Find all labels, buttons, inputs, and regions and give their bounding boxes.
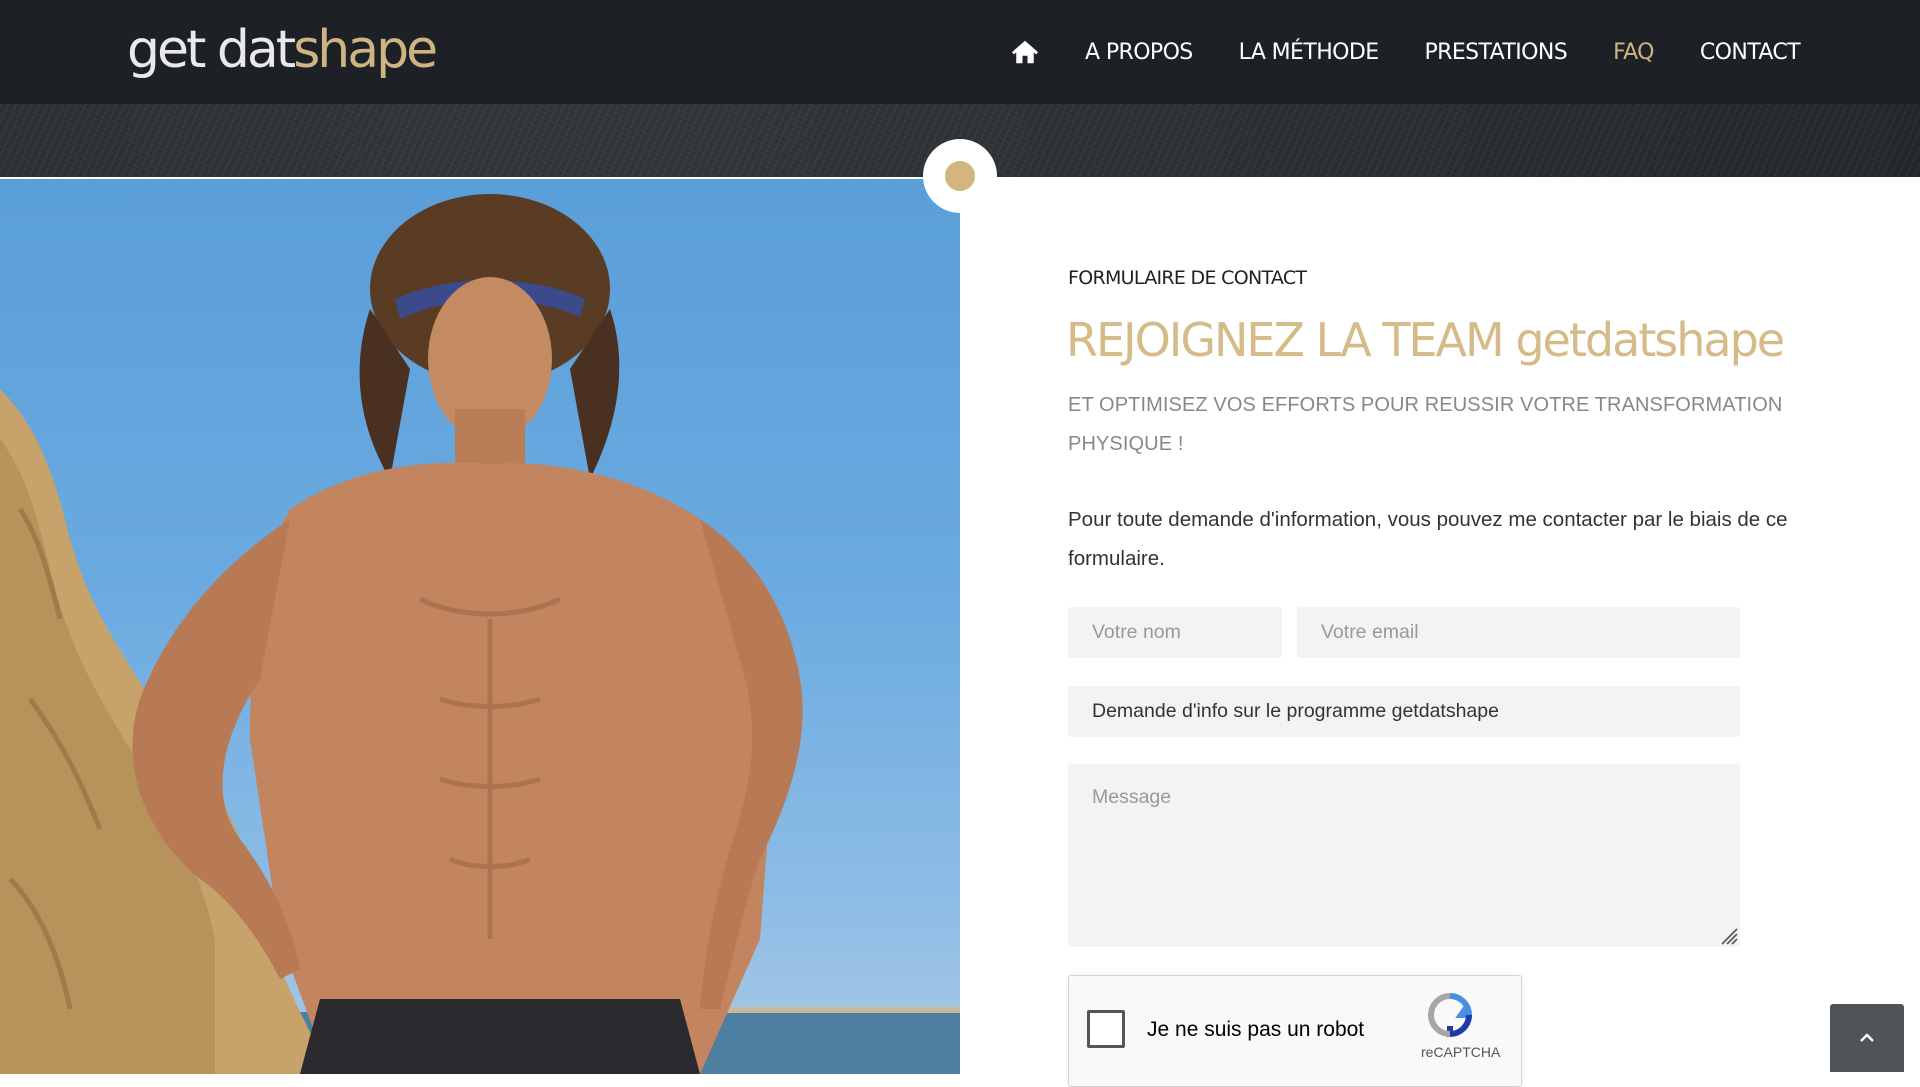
- nav-item-prestations[interactable]: PRESTATIONS: [1425, 40, 1568, 65]
- recaptcha-logo-icon: [1427, 993, 1473, 1038]
- nav-item-faq[interactable]: FAQ: [1613, 40, 1654, 65]
- recaptcha-widget: Je ne suis pas un robot reCAPTCHA: [1068, 975, 1522, 1087]
- recaptcha-brand: reCAPTCHA: [1421, 1044, 1501, 1060]
- page-heading: REJOIGNEZ LA TEAM getdatshape: [1066, 313, 1785, 367]
- hero-photo: [0, 177, 960, 1074]
- nav-item-contact[interactable]: CONTACT: [1700, 40, 1801, 65]
- message-field[interactable]: Message: [1068, 764, 1740, 947]
- site-logo[interactable]: get datshape: [127, 20, 438, 80]
- logo-text-primary: get dat: [127, 20, 296, 80]
- chevron-up-icon: [1860, 1033, 1874, 1042]
- message-placeholder: Message: [1092, 786, 1172, 808]
- logo-text-accent: shape: [293, 20, 438, 80]
- home-icon: [1011, 40, 1039, 64]
- resize-grip-icon[interactable]: [1718, 925, 1738, 945]
- section-divider-dot: [945, 161, 975, 191]
- site-header: get datshape A PROPOS LA MÉTHODE PRESTAT…: [0, 0, 1920, 104]
- beach-illustration: [0, 194, 960, 1074]
- name-field[interactable]: Votre nom: [1068, 607, 1282, 658]
- nav-item-la-methode[interactable]: LA MÉTHODE: [1239, 40, 1379, 65]
- recaptcha-checkbox[interactable]: [1087, 1010, 1125, 1048]
- intro-paragraph: Pour toute demande d'information, vous p…: [1068, 508, 1788, 570]
- main-nav: A PROPOS LA MÉTHODE PRESTATIONS FAQ CONT…: [1010, 0, 1810, 104]
- recaptcha-label: Je ne suis pas un robot: [1147, 1018, 1365, 1041]
- email-field[interactable]: Votre email: [1297, 607, 1740, 658]
- nav-item-a-propos[interactable]: A PROPOS: [1085, 40, 1193, 65]
- section-label: FORMULAIRE DE CONTACT: [1068, 267, 1307, 289]
- nav-home[interactable]: [1010, 37, 1040, 67]
- page-subheading: ET OPTIMISEZ VOS EFFORTS POUR REUSSIR VO…: [1068, 394, 1783, 455]
- scroll-top-button[interactable]: [1830, 1004, 1904, 1072]
- subject-field[interactable]: Demande d'info sur le programme getdatsh…: [1068, 686, 1740, 737]
